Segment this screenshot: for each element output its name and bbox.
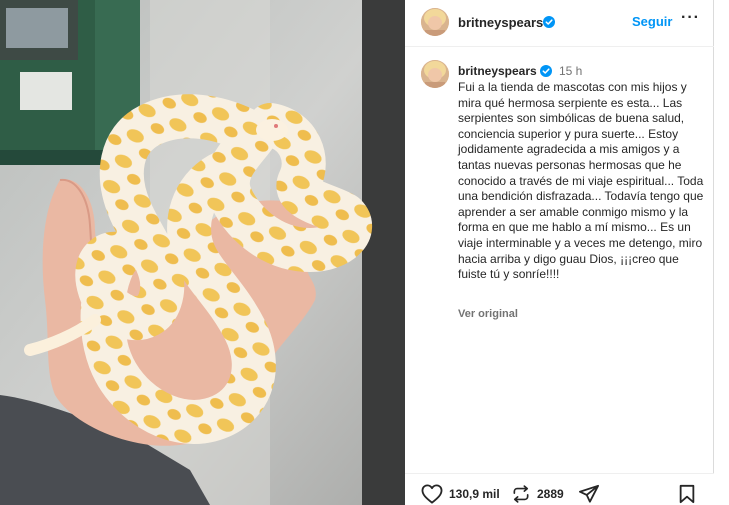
albino-python-photo <box>0 0 405 505</box>
repost-icon <box>513 485 529 503</box>
heart-icon <box>421 484 443 504</box>
caption-avatar[interactable] <box>421 60 449 88</box>
see-original-link[interactable]: Ver original <box>458 308 518 320</box>
save-button[interactable] <box>678 484 696 504</box>
avatar-image <box>421 8 449 36</box>
bookmark-icon <box>679 484 695 504</box>
avatar[interactable] <box>421 8 449 36</box>
repost-button[interactable]: 2889 <box>511 484 564 504</box>
post-timestamp[interactable]: 15 h <box>559 64 582 78</box>
post-photo[interactable] <box>0 0 405 505</box>
caption-text: Fui a la tienda de mascotas con mis hijo… <box>458 80 704 282</box>
like-count[interactable]: 130,9 mil <box>449 487 500 501</box>
verified-badge-icon <box>543 16 555 28</box>
username-link[interactable]: britneyspears <box>458 15 543 30</box>
instagram-post: britneyspears Seguir ··· britneyspears 1… <box>0 0 729 505</box>
follow-button[interactable]: Seguir <box>632 14 672 29</box>
avatar-image <box>421 60 449 88</box>
verified-badge-icon <box>540 65 552 77</box>
caption-username-link[interactable]: britneyspears <box>458 64 537 78</box>
post-side-panel: britneyspears Seguir ··· britneyspears 1… <box>405 0 714 505</box>
post-header: britneyspears Seguir ··· <box>405 0 714 47</box>
repost-count[interactable]: 2889 <box>537 487 564 501</box>
page-margin <box>714 0 729 505</box>
like-button[interactable]: 130,9 mil <box>421 484 500 504</box>
more-options-icon[interactable]: ··· <box>681 9 700 27</box>
action-bar: 130,9 mil 2889 <box>405 473 714 505</box>
share-button[interactable] <box>578 484 600 504</box>
send-icon <box>579 484 599 503</box>
